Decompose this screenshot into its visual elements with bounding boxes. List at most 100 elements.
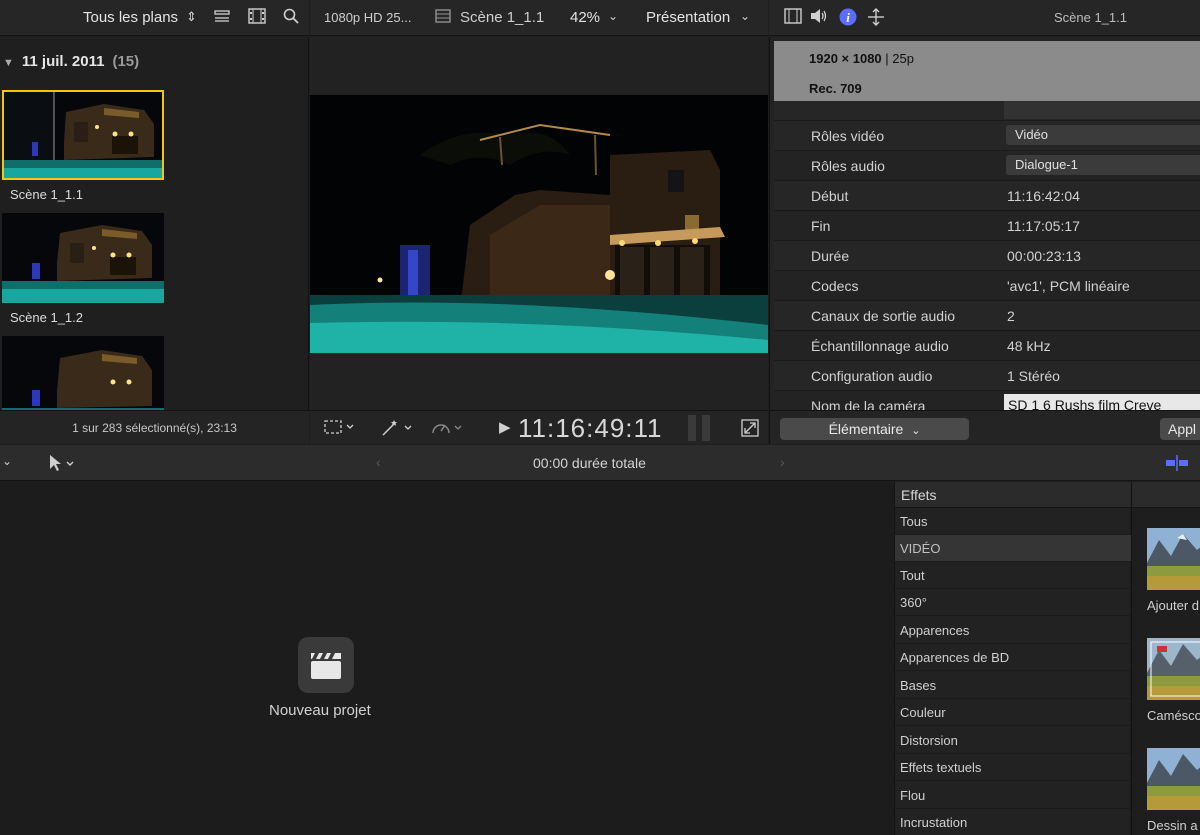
effects-category-item[interactable]: Distorsion [895, 727, 1131, 754]
video-inspector-icon[interactable] [784, 8, 802, 29]
viewer [310, 37, 768, 410]
inspector-format-header: 1920 × 1080 | 25p Rec. 709 [774, 41, 1200, 101]
effects-category-item[interactable]: Tout [895, 562, 1131, 589]
browser-status-text: 1 sur 283 sélectionné(s), 23:13 [0, 410, 309, 444]
info-inspector: 1920 × 1080 | 25p Rec. 709 Rôles vidéo V… [769, 37, 1200, 410]
zoom-menu[interactable]: 42% [570, 9, 600, 26]
share-inspector-icon[interactable] [867, 8, 885, 31]
chevron-down-icon[interactable]: ⌄ [608, 9, 618, 23]
effects-category-item[interactable]: Apparences [895, 617, 1131, 644]
clip-name: Scène 1_1.2 [10, 310, 84, 325]
effects-category-item[interactable]: Apparences de BD [895, 644, 1131, 671]
inspector-separator [774, 101, 1200, 121]
snapping-icon[interactable] [1165, 454, 1189, 477]
end-value: 11:17:05:17 [1007, 218, 1080, 234]
effect-preview-image [1147, 638, 1200, 700]
clapperboard-icon [311, 653, 341, 679]
clip-thumbnail-image [4, 92, 162, 178]
enhance-menu-icon[interactable] [380, 419, 414, 442]
search-icon[interactable] [283, 8, 299, 29]
audio-roles-popup[interactable]: Dialogue-1 [1006, 155, 1200, 175]
property-label: Rôles vidéo [811, 128, 885, 144]
audio-meter-right [702, 415, 710, 441]
effects-category-item[interactable]: Tous [895, 508, 1131, 535]
select-tool-icon[interactable] [48, 454, 76, 477]
date-group-header[interactable]: ▼ 11 juil. 2011 (15) [0, 53, 139, 70]
clip-name: Scène 1_1.1 [10, 187, 84, 202]
property-row-audio-channels: Canaux de sortie audio 2 [774, 301, 1200, 331]
property-label: Configuration audio [811, 368, 933, 384]
effect-preview-image [1147, 748, 1200, 810]
property-row-audio-roles: Rôles audio Dialogue-1 [774, 151, 1200, 181]
fullscreen-icon[interactable] [741, 419, 759, 442]
property-row-codecs: Codecs 'avc1', PCM linéaire [774, 271, 1200, 301]
effects-category-item[interactable]: Bases [895, 672, 1131, 699]
play-icon[interactable]: ▶ [499, 418, 511, 436]
disclosure-triangle-icon[interactable]: ▼ [3, 57, 14, 69]
property-label: Échantillonnage audio [811, 338, 949, 354]
inspector-toolbar: i Scène 1_1.1 [769, 0, 1200, 36]
back-arrow-icon[interactable]: ‹ [376, 454, 381, 470]
clip-thumbnail[interactable] [2, 213, 164, 303]
info-inspector-icon[interactable]: i [839, 8, 857, 31]
video-roles-popup[interactable]: Vidéo [1006, 125, 1200, 145]
chevron-down-icon[interactable]: ⌄ [2, 454, 12, 468]
effects-category-item[interactable]: 360° [895, 589, 1131, 616]
effect-name: Dessin a [1147, 818, 1198, 833]
property-row-duration: Durée 00:00:23:13 [774, 241, 1200, 271]
property-row-start: Début 11:16:42:04 [774, 181, 1200, 211]
filmstrip-icon[interactable] [248, 8, 266, 29]
effect-thumbnail[interactable] [1147, 528, 1200, 590]
clip-thumbnail-image [2, 336, 164, 410]
audio-inspector-icon[interactable] [810, 8, 828, 29]
sample-rate-value: 48 kHz [1007, 338, 1051, 354]
effects-category-item[interactable]: Effets textuels [895, 754, 1131, 781]
audio-meter-left [688, 415, 696, 441]
effects-section-header[interactable]: VIDÉO [895, 535, 1131, 562]
effect-name: Ajouter d [1147, 598, 1200, 613]
new-project-button[interactable] [298, 637, 354, 693]
effects-thumbnails: Ajouter d Camésco Dessin a [1131, 482, 1200, 835]
updown-chevron-icon[interactable]: ⇕ [186, 9, 197, 25]
video-frame[interactable] [310, 95, 768, 353]
timeline-toolbar: ⌄ ‹ 00:00 durée totale › [0, 445, 1200, 481]
property-label: Canaux de sortie audio [811, 308, 955, 324]
property-row-audio-config: Configuration audio 1 Stéréo [774, 361, 1200, 391]
duration-value: 00:00:23:13 [1007, 248, 1081, 264]
list-view-icon[interactable] [214, 8, 230, 29]
clip-thumbnail[interactable] [2, 90, 164, 180]
property-label: Codecs [811, 278, 859, 294]
chevron-down-icon[interactable]: ⌄ [740, 9, 750, 23]
metadata-view-label: Élémentaire [828, 421, 904, 437]
property-label: Début [811, 188, 849, 204]
clip-filter-menu[interactable]: Tous les plans [83, 9, 178, 26]
speed-menu-icon[interactable] [430, 419, 464, 442]
effects-thumbnails-header [1132, 482, 1200, 508]
transform-menu-icon[interactable] [324, 419, 356, 440]
effects-category-item[interactable]: Couleur [895, 699, 1131, 726]
effect-thumbnail[interactable] [1147, 638, 1200, 700]
apply-button[interactable]: Appl [1160, 418, 1200, 440]
effect-thumbnail[interactable] [1147, 748, 1200, 810]
property-row-sample-rate: Échantillonnage audio 48 kHz [774, 331, 1200, 361]
clip-thumbnail[interactable] [2, 336, 164, 410]
new-project-label[interactable]: Nouveau projet [269, 702, 371, 719]
effects-category-item[interactable]: Incrustation [895, 809, 1131, 835]
timeline-duration: 00:00 durée totale [533, 455, 646, 471]
property-row-video-roles: Rôles vidéo Vidéo [774, 121, 1200, 151]
effect-preview-image [1147, 528, 1200, 590]
property-row-end: Fin 11:17:05:17 [774, 211, 1200, 241]
resolution-value: 1920 × 1080 [809, 51, 882, 66]
metadata-view-menu[interactable]: Élémentaire ⌄ [780, 418, 969, 440]
effects-category-item[interactable]: Flou [895, 782, 1131, 809]
date-group-label: 11 juil. 2011 [21, 53, 105, 70]
forward-arrow-icon[interactable]: › [780, 454, 785, 470]
audio-channels-value: 2 [1007, 308, 1015, 324]
camera-name-field[interactable]: SD 1 6 Rushs film Creve [1004, 394, 1200, 410]
timeline-area[interactable]: Nouveau projet [0, 482, 893, 835]
view-menu[interactable]: Présentation [646, 9, 730, 26]
codecs-value: 'avc1', PCM linéaire [1007, 278, 1130, 294]
property-label: Nom de la caméra [811, 398, 926, 410]
viewer-controls: ▶ 11:16:49:11 [310, 410, 768, 444]
property-row-camera-name: Nom de la caméra SD 1 6 Rushs film Creve [774, 391, 1200, 410]
